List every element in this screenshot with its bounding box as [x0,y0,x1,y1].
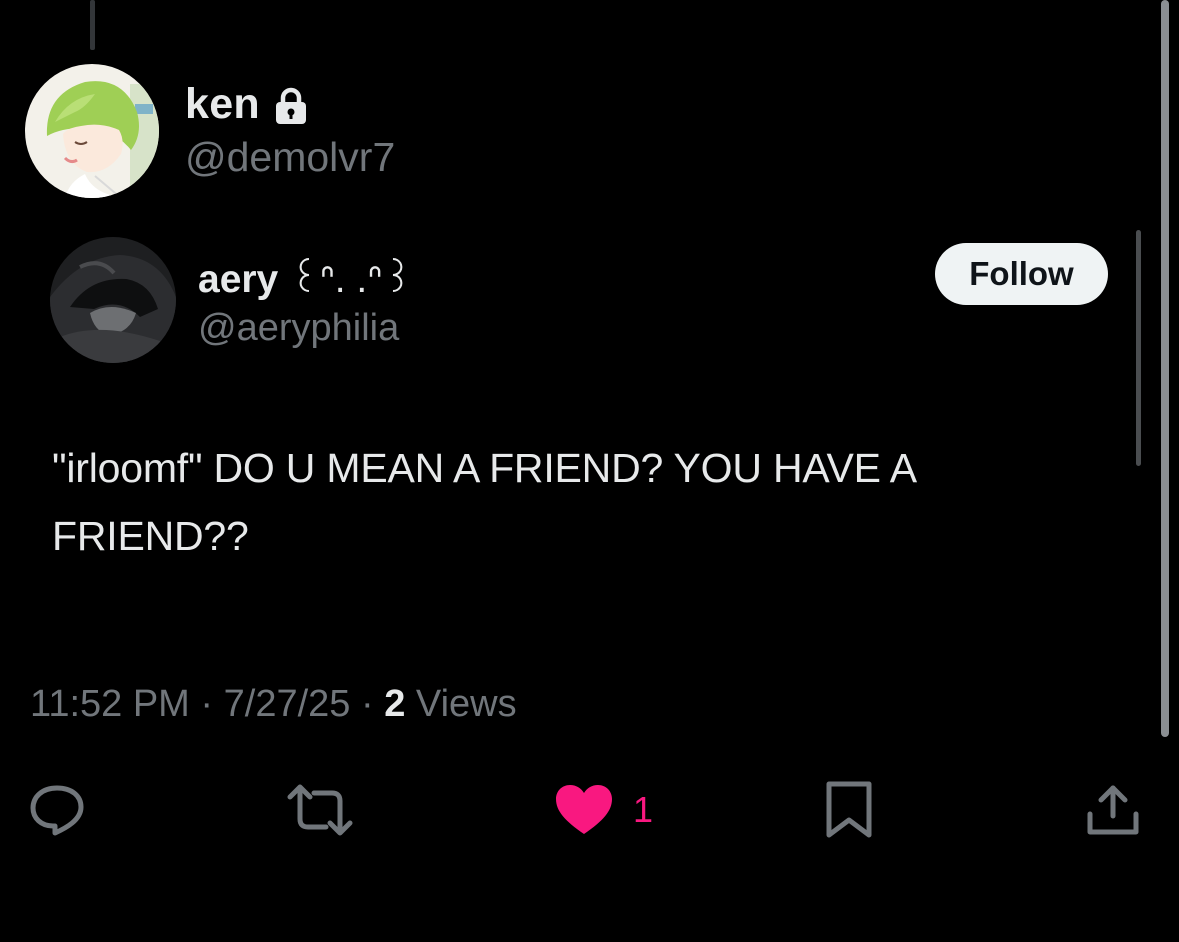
meta-separator: · [200,683,214,725]
like-count: 1 [633,789,654,830]
views-count[interactable]: 2 [384,683,405,725]
lock-icon [274,87,308,125]
avatar-aery[interactable] [50,237,176,363]
quoting-user-handle[interactable]: @demolvr7 [185,134,395,181]
post-date: 7/27/25 [223,683,351,725]
reply-icon [30,785,84,836]
repost-icon [287,784,353,836]
views-label[interactable]: Views [416,683,517,725]
heart-icon [556,785,612,834]
quoted-user-handle[interactable]: @aeryphilia [198,307,399,350]
avatar-aery-image [50,237,176,363]
follow-button[interactable]: Follow [935,243,1108,305]
thread-connector-line [90,0,95,50]
quoted-user-name-decoration: ꒰ᐢ. .ᐢ꒱ [289,258,413,301]
post-meta: 11:52 PM · 7/27/25 · 2 Views [30,683,517,726]
bookmark-button[interactable] [824,780,874,840]
page-scrollbar[interactable] [1161,0,1169,737]
post-text: "irloomf" DO U MEAN A FRIEND? YOU HAVE A… [52,445,915,559]
avatar-ken[interactable] [25,64,159,198]
meta-separator: · [360,683,374,725]
bookmark-icon [826,781,872,838]
like-button[interactable]: 1 [555,780,653,840]
repost-button[interactable] [286,780,354,840]
quoting-user-name-row: ken [185,76,308,132]
action-bar: 1 [0,780,1179,840]
quoting-user-name[interactable]: ken [185,80,260,129]
quote-scrollbar[interactable] [1136,230,1141,466]
quoted-user-name[interactable]: aery ꒰ᐢ. .ᐢ꒱ [198,250,413,302]
avatar-ken-image [25,64,159,198]
post-time: 11:52 PM [30,683,190,725]
quoted-user-display-name: aery [198,258,279,301]
share-icon [1087,785,1139,835]
share-button[interactable] [1085,780,1141,840]
reply-button[interactable] [28,780,86,840]
